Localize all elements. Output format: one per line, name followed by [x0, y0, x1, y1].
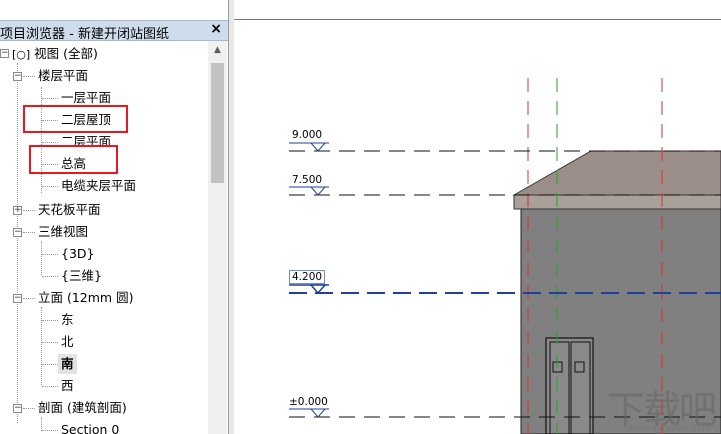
tree-branch [42, 364, 58, 365]
view-icon: [○] [12, 48, 31, 61]
project-browser-titlebar: 项目浏览器 - 新建开闭站图纸 × [0, 20, 228, 42]
collapse-toggle[interactable]: − [13, 404, 22, 413]
collapse-toggle[interactable]: − [13, 228, 22, 237]
tree-sections[interactable]: 剖面 (建筑剖面) [38, 398, 127, 418]
tree-branch [42, 430, 58, 431]
tree-item-north[interactable]: 北 [61, 332, 74, 352]
tree-elevations[interactable]: 立面 (12mm 圆) [38, 288, 133, 308]
level-label-4200[interactable]: 4.200 [289, 270, 326, 284]
building-roof [512, 150, 721, 196]
collapse-toggle[interactable]: − [13, 72, 22, 81]
tree-item-west[interactable]: 西 [61, 376, 74, 396]
highlight-box [29, 145, 118, 174]
tree-branch [42, 320, 58, 321]
tree-guide [41, 241, 42, 275]
browser-scrollbar[interactable]: ▲ [208, 41, 227, 434]
level-marker-9000 [289, 142, 329, 152]
highlight-box [23, 105, 128, 133]
level-label-9000[interactable]: 9.000 [292, 129, 322, 141]
elevation-view [234, 19, 721, 434]
scroll-up-icon[interactable]: ▲ [208, 45, 227, 55]
tree-branch [23, 298, 35, 299]
tree-3d-views[interactable]: 三维视图 [38, 222, 88, 242]
tree-guide [41, 87, 42, 193]
tree-branch [42, 186, 58, 187]
browser-tree: − [○] 视图 (全部) − 楼层平面 一层平面 二层屋顶 二层平面 总高 电… [0, 41, 208, 434]
tree-item-section-0[interactable]: Section 0 [61, 420, 119, 434]
tree-guide [17, 63, 18, 423]
tree-item-cable-mezzanine[interactable]: 电缆夹层平面 [61, 176, 136, 196]
expand-toggle[interactable]: + [13, 206, 22, 215]
tree-branch [42, 386, 58, 387]
tree-floor-plans[interactable]: 楼层平面 [38, 66, 88, 86]
project-browser-title: 项目浏览器 - 新建开闭站图纸 [0, 27, 169, 42]
collapse-toggle[interactable]: − [0, 49, 9, 58]
close-icon[interactable]: × [210, 21, 222, 37]
tree-branch [42, 254, 58, 255]
level-label-0000[interactable]: ±0.000 [289, 396, 328, 408]
tree-guide [41, 417, 42, 431]
level-marker-4200 [289, 284, 329, 295]
tree-branch [42, 276, 58, 277]
tree-ceiling-plans[interactable]: 天花板平面 [38, 200, 101, 220]
tree-branch [23, 76, 35, 77]
tree-item-south[interactable]: 南 [58, 354, 77, 374]
tree-item-3d[interactable]: {3D} [61, 244, 94, 264]
tree-item-east[interactable]: 东 [61, 310, 74, 330]
tree-root-views[interactable]: [○] 视图 (全部) [12, 44, 98, 64]
tree-branch [42, 98, 58, 99]
tree-branch [23, 232, 35, 233]
roof-fascia [513, 194, 721, 210]
scrollbar-thumb[interactable] [211, 63, 224, 183]
project-browser-panel: 项目浏览器 - 新建开闭站图纸 × − [○] 视图 (全部) − 楼层平面 一… [0, 0, 229, 434]
level-marker-0000 [289, 408, 329, 418]
level-marker-7500 [289, 186, 329, 196]
watermark-site: www.xiazaiba.com [627, 424, 711, 434]
collapse-toggle[interactable]: − [13, 294, 22, 303]
tree-branch [23, 408, 35, 409]
tree-branch [42, 342, 58, 343]
tree-branch [42, 142, 58, 143]
tree-guide [41, 307, 42, 385]
tree-branch [23, 210, 35, 211]
level-label-7500[interactable]: 7.500 [292, 174, 322, 186]
tree-item-3d-cn[interactable]: {三维} [61, 266, 102, 286]
drawing-canvas[interactable]: 9.000 7.500 4.200 ±0.000 下载吧 www.xiazaib… [234, 0, 721, 434]
